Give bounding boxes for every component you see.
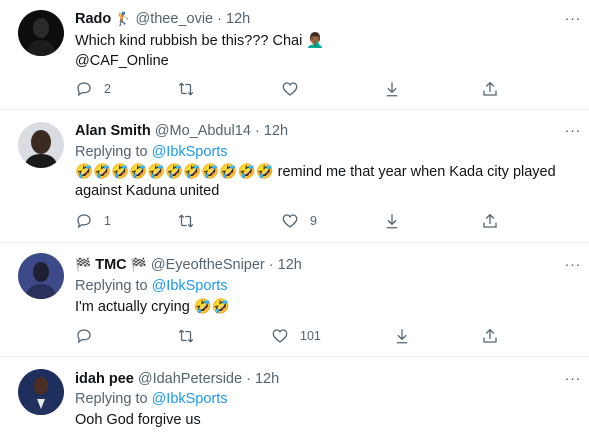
replying-label: Replying to: [75, 391, 148, 407]
like-count: 9: [310, 214, 317, 228]
tweet-header: Rado 🏌 @thee_ovie · 12h: [75, 10, 250, 29]
retweet-button[interactable]: [177, 327, 195, 345]
share-button[interactable]: [481, 327, 499, 345]
tweet[interactable]: 🏁 TMC 🏁 @EyeoftheSniper · 12h ··· Replyi…: [0, 243, 589, 357]
share-button[interactable]: [481, 80, 499, 98]
tweet-text-content: I'm actually crying 🤣🤣: [75, 299, 230, 315]
tweet-text-content: 🤣🤣🤣🤣🤣🤣🤣🤣🤣🤣🤣 remind me that year when Kad…: [75, 164, 556, 199]
timestamp[interactable]: 12h: [264, 123, 288, 139]
reply-count: 2: [104, 82, 111, 96]
separator-dot: ·: [254, 123, 260, 139]
timestamp[interactable]: 12h: [278, 257, 302, 273]
retweet-icon: [178, 329, 194, 343]
share-icon: [483, 213, 497, 228]
display-name[interactable]: Rado: [75, 11, 111, 27]
display-name[interactable]: idah pee: [75, 371, 134, 387]
timestamp[interactable]: 12h: [226, 11, 250, 27]
replying-to-mention[interactable]: @IbkSports: [152, 278, 228, 294]
like-count: 101: [300, 329, 321, 343]
replying-to-mention[interactable]: @IbkSports: [152, 391, 228, 407]
reply-icon: [77, 214, 91, 229]
more-icon[interactable]: ···: [565, 257, 582, 272]
replying-label: Replying to: [75, 144, 148, 160]
handle[interactable]: @thee_ovie: [136, 11, 214, 27]
retweet-button[interactable]: [177, 80, 195, 98]
reply-button[interactable]: 2: [75, 80, 111, 98]
download-icon: [396, 329, 408, 344]
action-bar: 1 9: [75, 212, 505, 232]
tweet-text: I'm actually crying 🤣🤣: [75, 298, 565, 317]
separator-dot: ·: [268, 257, 274, 273]
like-icon: [282, 214, 298, 228]
timestamp[interactable]: 12h: [255, 371, 279, 387]
like-icon: [282, 82, 298, 96]
download-icon: [386, 214, 398, 229]
more-icon[interactable]: ···: [565, 123, 582, 138]
display-name[interactable]: Alan Smith: [75, 123, 151, 139]
reply-button[interactable]: [75, 327, 93, 345]
flag-suffix: 🏁: [130, 258, 147, 273]
download-icon: [386, 82, 398, 97]
tweet-text: Which kind rubbish be this??? Chai 🤦🏾‍♂️: [75, 32, 565, 51]
tweet-text-content: Which kind rubbish be this??? Chai 🤦🏾‍♂️: [75, 33, 325, 49]
download-button[interactable]: [393, 327, 411, 345]
tweet-header: idah pee @IdahPeterside · 12h: [75, 370, 279, 388]
like-button[interactable]: [281, 80, 299, 98]
share-icon: [483, 328, 497, 343]
like-button[interactable]: 101: [271, 327, 321, 345]
replying-to: Replying to @IbkSports: [75, 277, 228, 295]
replying-to: Replying to @IbkSports: [75, 390, 228, 408]
avatar[interactable]: [18, 10, 64, 56]
download-button[interactable]: [383, 80, 401, 98]
replying-label: Replying to: [75, 278, 148, 294]
separator-dot: ·: [246, 371, 251, 387]
avatar[interactable]: [18, 369, 64, 415]
tweet[interactable]: idah pee @IdahPeterside · 12h ··· Replyi…: [0, 357, 589, 433]
avatar[interactable]: [18, 253, 64, 299]
like-button[interactable]: 9: [281, 212, 317, 230]
display-name[interactable]: TMC: [95, 257, 126, 273]
mention-link[interactable]: @CAF_Online: [75, 52, 565, 71]
tweet-text: Ooh God forgive us: [75, 411, 565, 430]
tweet-text-content: Ooh God forgive us: [75, 412, 201, 428]
tweet-header: Alan Smith @Mo_Abdul14 · 12h: [75, 122, 288, 140]
reply-icon: [77, 329, 91, 344]
retweet-icon: [178, 214, 194, 228]
handle[interactable]: @EyeoftheSniper: [151, 257, 265, 273]
tweet[interactable]: Rado 🏌 @thee_ovie · 12h ··· Which kind r…: [0, 0, 589, 110]
replying-to-mention[interactable]: @IbkSports: [152, 144, 228, 160]
download-button[interactable]: [383, 212, 401, 230]
handle[interactable]: @Mo_Abdul14: [155, 123, 251, 139]
tweet-header: 🏁 TMC 🏁 @EyeoftheSniper · 12h: [75, 256, 302, 275]
reply-icon: [77, 82, 91, 97]
replying-to: Replying to @IbkSports: [75, 143, 228, 161]
action-bar: 2: [75, 80, 505, 100]
avatar[interactable]: [18, 122, 64, 168]
action-bar: 101: [75, 327, 505, 347]
more-icon[interactable]: ···: [565, 371, 582, 386]
retweet-button[interactable]: [177, 212, 195, 230]
share-button[interactable]: [481, 212, 499, 230]
flag-prefix: 🏁: [75, 258, 92, 273]
separator-dot: ·: [217, 11, 222, 27]
reply-button[interactable]: 1: [75, 212, 111, 230]
like-icon: [272, 329, 288, 343]
handle[interactable]: @IdahPeterside: [138, 371, 242, 387]
share-icon: [483, 81, 497, 96]
tweet[interactable]: Alan Smith @Mo_Abdul14 · 12h ··· Replyin…: [0, 110, 589, 243]
more-icon[interactable]: ···: [565, 11, 582, 26]
reply-count: 1: [104, 214, 111, 228]
retweet-icon: [178, 82, 194, 96]
tweet-text: 🤣🤣🤣🤣🤣🤣🤣🤣🤣🤣🤣 remind me that year when Kad…: [75, 163, 565, 201]
name-badge: 🏌: [115, 12, 132, 27]
